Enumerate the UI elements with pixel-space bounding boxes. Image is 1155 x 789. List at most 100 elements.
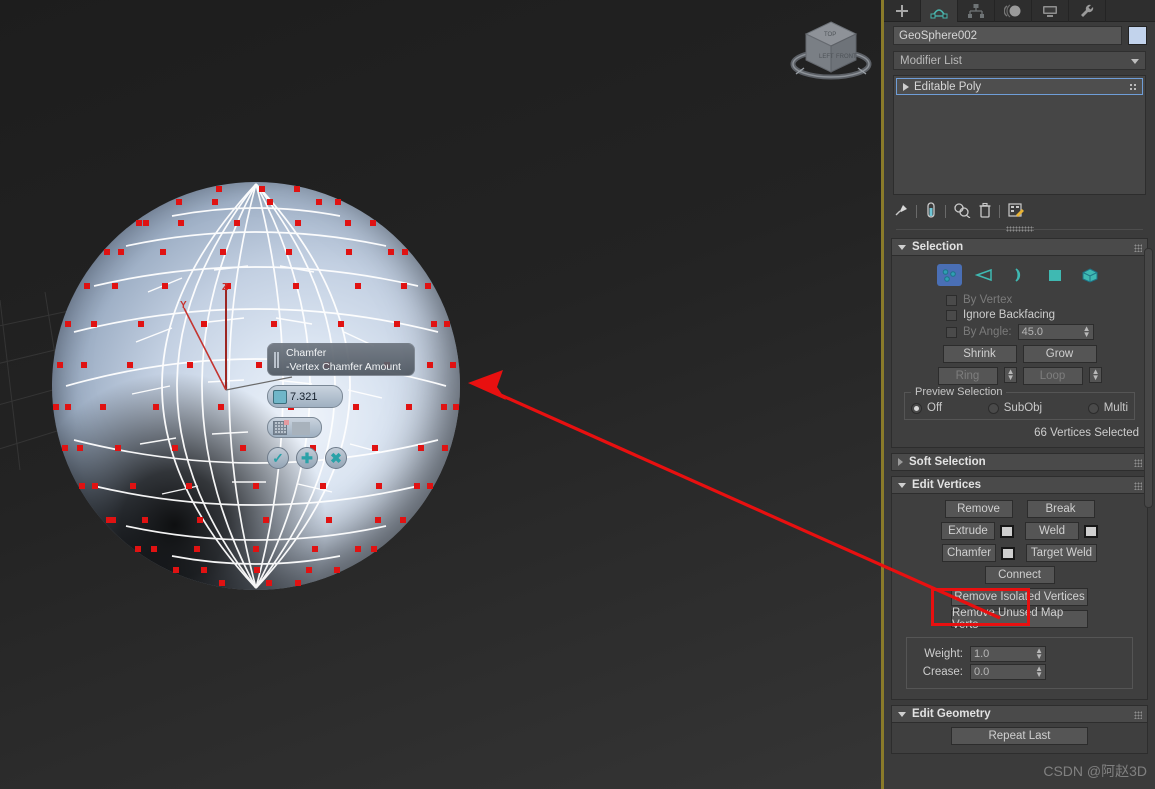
preview-subobj-label: SubObj	[1003, 402, 1043, 414]
chamfer-caddy[interactable]: Chamfer -Vertex Chamfer Amount 7.321 ✓ ✚…	[267, 343, 419, 469]
svg-text:TOP: TOP	[824, 32, 836, 38]
by-angle-label: By Angle:	[963, 326, 1012, 338]
chevron-right-icon[interactable]	[903, 82, 909, 91]
remove-button[interactable]: Remove	[944, 500, 1013, 518]
repeat-last-row: Repeat Last	[900, 727, 1139, 745]
perspective-viewport[interactable]: Z Y Chamfer -Vertex Chamfer Amount 7.321…	[0, 0, 884, 789]
selection-rollout-header[interactable]: Selection	[891, 238, 1148, 256]
ignore-backfacing-checkbox[interactable]	[946, 309, 957, 321]
configure-modifier-sets-icon[interactable]	[1007, 202, 1025, 221]
weld-settings-icon[interactable]	[1084, 524, 1098, 538]
modifier-list-dropdown[interactable]: Modifier List	[893, 51, 1146, 70]
repeat-last-button[interactable]: Repeat Last	[951, 727, 1088, 745]
grow-button[interactable]: Grow	[1022, 345, 1097, 363]
radio-dot-icon[interactable]	[911, 402, 922, 414]
by-angle-checkbox[interactable]	[946, 326, 957, 338]
weight-crease-group: Weight: 1.0 ▲ ▼ Crease: 0.0 ▲ ▼	[906, 637, 1133, 689]
caddy-ok-button[interactable]: ✓	[267, 447, 289, 469]
ring-loop-row: Ring ▲ ▼ Loop ▲ ▼	[900, 367, 1139, 385]
caddy-title-bar[interactable]: Chamfer -Vertex Chamfer Amount	[267, 343, 415, 376]
viewcube[interactable]: LEFT FRONT TOP	[790, 14, 872, 84]
caddy-open-toggle-row[interactable]	[267, 417, 322, 438]
subobject-mode-row	[900, 264, 1139, 286]
spinner-arrows-icon[interactable]: ▲ ▼	[1007, 368, 1015, 382]
create-tab[interactable]	[884, 0, 921, 22]
weld-button[interactable]: Weld	[1025, 522, 1079, 540]
caddy-grip-icon[interactable]	[274, 352, 279, 368]
preview-selection-radios: Off SubObj Multi	[911, 402, 1128, 414]
preview-subobj-radio[interactable]: SubObj	[987, 402, 1043, 414]
rollout-grip-icon[interactable]	[1134, 244, 1142, 252]
soft-selection-rollout-header[interactable]: Soft Selection	[891, 453, 1148, 471]
caddy-cancel-button[interactable]: ✖	[325, 447, 347, 469]
subobject-vertex-button[interactable]	[937, 264, 962, 286]
edit-vertices-rollout-header[interactable]: Edit Vertices	[891, 476, 1148, 494]
motion-tab[interactable]	[995, 0, 1032, 22]
object-name-input[interactable]	[893, 26, 1122, 45]
soft-selection-title: Soft Selection	[909, 456, 986, 468]
preview-off-radio[interactable]: Off	[911, 402, 942, 414]
by-vertex-checkbox[interactable]	[946, 294, 957, 306]
chevron-right-icon[interactable]	[898, 458, 903, 466]
open-chamfer-marker-icon	[284, 420, 289, 425]
by-vertex-row[interactable]: By Vertex	[946, 294, 1139, 306]
extrude-weld-row: Extrude Weld	[941, 522, 1098, 540]
make-unique-icon[interactable]	[953, 202, 971, 221]
stack-item-editable-poly[interactable]: Editable Poly	[896, 78, 1143, 95]
shrink-button[interactable]: Shrink	[942, 345, 1017, 363]
crease-spinner[interactable]: 0.0 ▲ ▼	[970, 664, 1046, 680]
weight-spinner[interactable]: 1.0 ▲ ▼	[970, 646, 1046, 662]
rollout-grip-icon[interactable]	[1134, 482, 1142, 490]
caddy-apply-button[interactable]: ✚	[296, 447, 318, 469]
loop-spinner[interactable]: ▲ ▼	[1088, 367, 1102, 383]
spinner-arrows-icon[interactable]: ▲ ▼	[1092, 368, 1100, 382]
object-color-swatch[interactable]	[1128, 26, 1147, 45]
rollout-grip-icon[interactable]	[1134, 711, 1142, 719]
rollout-grip-icon[interactable]	[1134, 459, 1142, 467]
display-tab[interactable]	[1032, 0, 1069, 22]
target-weld-button[interactable]: Target Weld	[1026, 544, 1097, 562]
hierarchy-tab[interactable]	[958, 0, 995, 22]
selection-rollout: Selection By Vertex Ignore Backfacing By…	[891, 238, 1148, 448]
chevron-down-icon[interactable]	[898, 482, 906, 488]
caddy-swatch[interactable]	[292, 422, 310, 435]
show-end-result-icon[interactable]	[924, 201, 938, 221]
spinner-arrows-icon[interactable]: ▲ ▼	[1035, 665, 1043, 679]
ring-button[interactable]: Ring	[937, 367, 998, 385]
spinner-arrows-icon[interactable]: ▲ ▼	[1083, 325, 1091, 339]
subobject-element-button[interactable]	[1077, 264, 1102, 286]
subobject-polygon-button[interactable]	[1042, 264, 1067, 286]
subobject-edge-button[interactable]	[972, 264, 997, 286]
by-angle-spinner[interactable]: 45.0 ▲ ▼	[1017, 324, 1094, 340]
chevron-down-icon[interactable]	[898, 711, 906, 717]
chamfer-amount-field[interactable]: 7.321	[267, 385, 343, 408]
svg-text:LEFT: LEFT	[819, 54, 834, 60]
remove-modifier-icon[interactable]	[978, 202, 992, 221]
chamfer-button[interactable]: Chamfer	[942, 544, 996, 562]
chamfer-settings-icon[interactable]	[1001, 546, 1015, 560]
extrude-settings-icon[interactable]	[1000, 524, 1014, 538]
ignore-backfacing-row[interactable]: Ignore Backfacing	[946, 309, 1139, 321]
caddy-button-row: ✓ ✚ ✖	[267, 447, 419, 469]
preview-multi-radio[interactable]: Multi	[1087, 402, 1128, 414]
command-panel-scrollbar[interactable]	[1144, 248, 1153, 508]
panel-divider[interactable]	[896, 226, 1143, 233]
toolbar-separator	[916, 204, 917, 218]
modify-tab[interactable]	[921, 0, 958, 22]
by-angle-row[interactable]: By Angle: 45.0 ▲ ▼	[946, 324, 1139, 340]
chevron-down-icon[interactable]	[898, 244, 906, 250]
modifier-stack[interactable]: Editable Poly	[893, 75, 1146, 195]
break-button[interactable]: Break	[1026, 500, 1095, 518]
pin-stack-icon[interactable]	[893, 202, 909, 221]
radio-dot-icon[interactable]	[987, 402, 999, 414]
radio-dot-icon[interactable]	[1087, 402, 1099, 414]
utilities-tab[interactable]	[1069, 0, 1106, 22]
ring-spinner[interactable]: ▲ ▼	[1003, 367, 1017, 383]
loop-button[interactable]: Loop	[1022, 367, 1083, 385]
extrude-button[interactable]: Extrude	[941, 522, 995, 540]
spinner-arrows-icon[interactable]: ▲ ▼	[1035, 647, 1043, 661]
divider-grip-icon[interactable]	[1005, 226, 1034, 232]
connect-button[interactable]: Connect	[984, 566, 1055, 584]
edit-geometry-rollout-header[interactable]: Edit Geometry	[891, 705, 1148, 723]
subobject-border-button[interactable]	[1007, 264, 1032, 286]
